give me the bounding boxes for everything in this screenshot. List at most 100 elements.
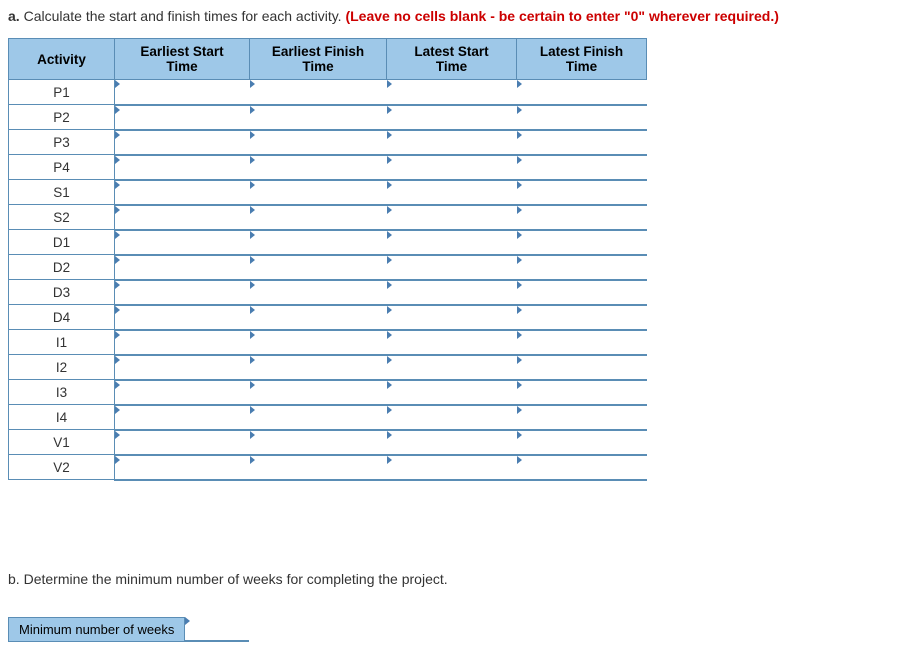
eft-input[interactable] — [250, 205, 387, 230]
lst-input[interactable] — [387, 230, 517, 255]
input-tick-icon — [387, 181, 392, 189]
table-row: V1 — [9, 430, 647, 455]
lst-input[interactable] — [387, 180, 517, 205]
input-tick-icon — [387, 406, 392, 414]
lft-input[interactable] — [517, 330, 647, 355]
eft-input[interactable] — [250, 455, 387, 480]
input-tick-icon — [115, 306, 120, 314]
input-tick-icon — [387, 256, 392, 264]
eft-input[interactable] — [250, 80, 387, 105]
est-input[interactable] — [115, 305, 250, 330]
input-tick-icon — [115, 381, 120, 389]
activity-table: Activity Earliest Start Time Earliest Fi… — [8, 38, 647, 481]
input-tick-icon — [387, 206, 392, 214]
table-row: I3 — [9, 380, 647, 405]
lst-input[interactable] — [387, 305, 517, 330]
lst-input[interactable] — [387, 355, 517, 380]
lst-input[interactable] — [387, 430, 517, 455]
eft-input[interactable] — [250, 130, 387, 155]
eft-input[interactable] — [250, 380, 387, 405]
lft-input[interactable] — [517, 180, 647, 205]
eft-input[interactable] — [250, 105, 387, 130]
eft-input[interactable] — [250, 155, 387, 180]
eft-input[interactable] — [250, 180, 387, 205]
min-weeks-input[interactable] — [185, 617, 249, 642]
est-input[interactable] — [115, 355, 250, 380]
input-tick-icon — [115, 281, 120, 289]
lft-input[interactable] — [517, 280, 647, 305]
est-input[interactable] — [115, 230, 250, 255]
lft-input[interactable] — [517, 105, 647, 130]
table-row: P2 — [9, 105, 647, 130]
lst-input[interactable] — [387, 380, 517, 405]
part-a-label: a. — [8, 8, 20, 24]
eft-input[interactable] — [250, 230, 387, 255]
lst-input[interactable] — [387, 280, 517, 305]
lst-input[interactable] — [387, 330, 517, 355]
eft-input[interactable] — [250, 405, 387, 430]
eft-input[interactable] — [250, 355, 387, 380]
lft-input[interactable] — [517, 355, 647, 380]
table-row: I4 — [9, 405, 647, 430]
est-input[interactable] — [115, 405, 250, 430]
input-tick-icon — [115, 231, 120, 239]
lst-input[interactable] — [387, 80, 517, 105]
eft-input[interactable] — [250, 330, 387, 355]
table-row: D1 — [9, 230, 647, 255]
activity-cell: S1 — [9, 180, 115, 205]
lst-input[interactable] — [387, 405, 517, 430]
est-input[interactable] — [115, 430, 250, 455]
input-tick-icon — [387, 231, 392, 239]
input-tick-icon — [115, 156, 120, 164]
input-tick-icon — [517, 256, 522, 264]
eft-input[interactable] — [250, 430, 387, 455]
lft-input[interactable] — [517, 205, 647, 230]
input-tick-icon — [115, 356, 120, 364]
input-tick-icon — [115, 181, 120, 189]
lft-input[interactable] — [517, 155, 647, 180]
lst-input[interactable] — [387, 130, 517, 155]
lft-input[interactable] — [517, 80, 647, 105]
est-input[interactable] — [115, 205, 250, 230]
input-tick-icon — [517, 231, 522, 239]
est-input[interactable] — [115, 330, 250, 355]
eft-input[interactable] — [250, 305, 387, 330]
est-input[interactable] — [115, 155, 250, 180]
lft-input[interactable] — [517, 255, 647, 280]
lst-input[interactable] — [387, 255, 517, 280]
est-input[interactable] — [115, 130, 250, 155]
input-tick-icon — [250, 80, 255, 88]
input-tick-icon — [115, 256, 120, 264]
lft-input[interactable] — [517, 130, 647, 155]
activity-cell: I3 — [9, 380, 115, 405]
lst-input[interactable] — [387, 105, 517, 130]
est-input[interactable] — [115, 105, 250, 130]
activity-cell: V2 — [9, 455, 115, 480]
input-tick-icon — [250, 206, 255, 214]
lst-input[interactable] — [387, 205, 517, 230]
input-tick-icon — [250, 181, 255, 189]
lft-input[interactable] — [517, 455, 647, 480]
est-input[interactable] — [115, 180, 250, 205]
est-input[interactable] — [115, 80, 250, 105]
est-input[interactable] — [115, 380, 250, 405]
eft-input[interactable] — [250, 255, 387, 280]
lft-input[interactable] — [517, 305, 647, 330]
lft-input[interactable] — [517, 430, 647, 455]
input-tick-icon — [387, 306, 392, 314]
eft-input[interactable] — [250, 280, 387, 305]
input-tick-icon — [250, 306, 255, 314]
lst-input[interactable] — [387, 155, 517, 180]
input-tick-icon — [387, 331, 392, 339]
table-row: D3 — [9, 280, 647, 305]
min-weeks-label: Minimum number of weeks — [8, 617, 185, 642]
lft-input[interactable] — [517, 380, 647, 405]
part-b-label: b. — [8, 571, 20, 587]
est-input[interactable] — [115, 280, 250, 305]
lft-input[interactable] — [517, 405, 647, 430]
est-input[interactable] — [115, 255, 250, 280]
lst-input[interactable] — [387, 455, 517, 480]
lft-input[interactable] — [517, 230, 647, 255]
table-header-row: Activity Earliest Start Time Earliest Fi… — [9, 39, 647, 80]
est-input[interactable] — [115, 455, 250, 480]
